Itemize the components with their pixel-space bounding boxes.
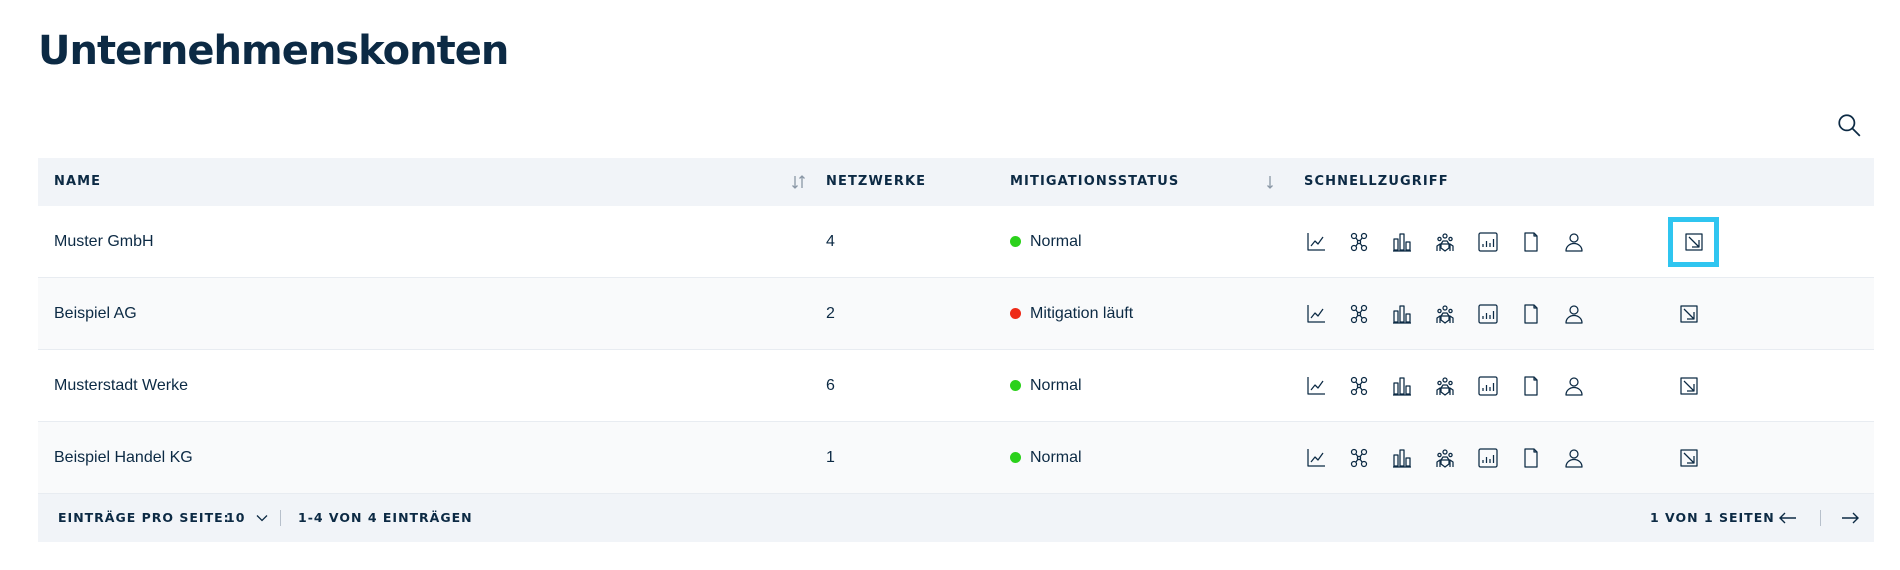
prev-page-icon[interactable] — [1776, 506, 1800, 530]
mitigation-status: Normal — [1010, 206, 1082, 278]
external-link-icon[interactable] — [1674, 443, 1704, 473]
chart-line-icon[interactable] — [1304, 230, 1328, 254]
shield-crowd-icon[interactable] — [1433, 374, 1457, 398]
report-icon[interactable] — [1476, 230, 1500, 254]
divider — [1820, 510, 1821, 526]
mitigation-status: Normal — [1010, 350, 1082, 422]
mitigation-status: Mitigation läuft — [1010, 278, 1133, 350]
column-header-mitigation[interactable]: MITIGATIONSSTATUS — [1010, 158, 1179, 206]
user-icon[interactable] — [1562, 374, 1586, 398]
search-icon[interactable] — [1836, 112, 1862, 138]
user-icon[interactable] — [1562, 446, 1586, 470]
report-icon[interactable] — [1476, 446, 1500, 470]
user-icon[interactable] — [1562, 230, 1586, 254]
shield-crowd-icon[interactable] — [1433, 446, 1457, 470]
document-icon[interactable] — [1519, 302, 1543, 326]
chevron-down-icon — [256, 515, 268, 522]
bar-chart-icon[interactable] — [1390, 230, 1414, 254]
per-page-label: EINTRÄGE PRO SEITE: — [58, 510, 230, 525]
per-page-value: 10 — [226, 510, 246, 525]
external-link-icon[interactable] — [1674, 371, 1704, 401]
sort-both-icon[interactable] — [790, 173, 808, 191]
column-header-name[interactable]: NAME — [54, 158, 101, 206]
table-header: NAME NETZWERKE MITIGATIONSSTATUS SCHNELL… — [38, 158, 1874, 206]
bar-chart-icon[interactable] — [1390, 374, 1414, 398]
network-icon[interactable] — [1347, 230, 1371, 254]
sort-down-icon[interactable] — [1261, 173, 1279, 191]
shield-crowd-icon[interactable] — [1433, 230, 1457, 254]
document-icon[interactable] — [1519, 374, 1543, 398]
chart-line-icon[interactable] — [1304, 374, 1328, 398]
account-name[interactable]: Beispiel AG — [54, 278, 137, 350]
page-info: 1 VON 1 SEITEN — [1650, 510, 1775, 525]
status-label: Mitigation läuft — [1030, 305, 1134, 322]
report-icon[interactable] — [1476, 374, 1500, 398]
page-title: Unternehmenskonten — [38, 28, 509, 74]
table-row[interactable]: Musterstadt Werke 6 Normal — [38, 350, 1874, 422]
document-icon[interactable] — [1519, 446, 1543, 470]
chart-line-icon[interactable] — [1304, 446, 1328, 470]
status-dot — [1010, 236, 1021, 247]
bar-chart-icon[interactable] — [1390, 446, 1414, 470]
table-body: Muster GmbH 4 Normal Beispiel AG 2 Mitigation… — [38, 206, 1874, 494]
chart-line-icon[interactable] — [1304, 302, 1328, 326]
table-row[interactable]: Beispiel AG 2 Mitigation läuft — [38, 278, 1874, 350]
status-dot — [1010, 452, 1021, 463]
mitigation-status: Normal — [1010, 422, 1082, 494]
table-row[interactable]: Muster GmbH 4 Normal — [38, 206, 1874, 278]
document-icon[interactable] — [1519, 230, 1543, 254]
status-label: Normal — [1030, 449, 1082, 466]
per-page-select[interactable]: 10 — [226, 494, 269, 542]
status-dot — [1010, 380, 1021, 391]
network-icon[interactable] — [1347, 446, 1371, 470]
next-page-icon[interactable] — [1838, 506, 1862, 530]
column-header-networks[interactable]: NETZWERKE — [826, 158, 926, 206]
table-footer: EINTRÄGE PRO SEITE: 10 1-4 VON 4 EINTRÄG… — [38, 494, 1874, 542]
column-header-quick-access: SCHNELLZUGRIFF — [1304, 174, 1449, 189]
user-icon[interactable] — [1562, 302, 1586, 326]
network-icon[interactable] — [1347, 302, 1371, 326]
bar-chart-icon[interactable] — [1390, 302, 1414, 326]
status-label: Normal — [1030, 377, 1082, 394]
account-name[interactable]: Musterstadt Werke — [54, 350, 188, 422]
status-dot — [1010, 308, 1021, 319]
account-name[interactable]: Beispiel Handel KG — [54, 422, 193, 494]
report-icon[interactable] — [1476, 302, 1500, 326]
network-count: 2 — [826, 305, 835, 322]
account-name[interactable]: Muster GmbH — [54, 206, 154, 278]
network-icon[interactable] — [1347, 374, 1371, 398]
network-count: 1 — [826, 449, 835, 466]
divider — [280, 510, 281, 526]
external-link-icon[interactable] — [1674, 299, 1704, 329]
external-link-icon[interactable] — [1668, 217, 1719, 267]
accounts-table: NAME NETZWERKE MITIGATIONSSTATUS SCHNELL… — [38, 158, 1874, 542]
range-info: 1-4 VON 4 EINTRÄGEN — [298, 510, 473, 525]
status-label: Normal — [1030, 233, 1082, 250]
network-count: 6 — [826, 377, 835, 394]
shield-crowd-icon[interactable] — [1433, 302, 1457, 326]
network-count: 4 — [826, 233, 835, 250]
table-row[interactable]: Beispiel Handel KG 1 Normal — [38, 422, 1874, 494]
